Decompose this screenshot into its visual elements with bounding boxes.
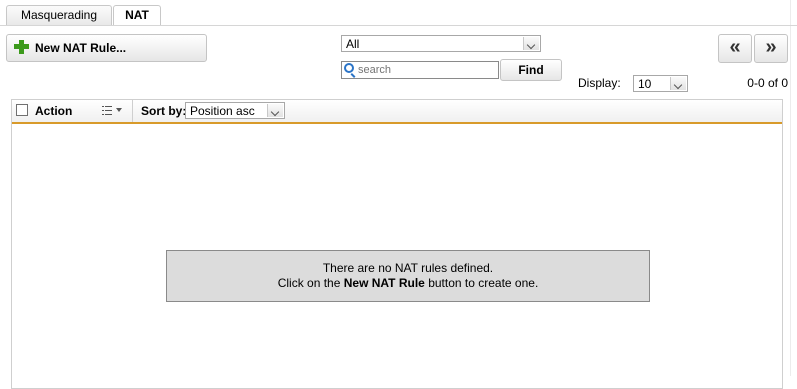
plus-icon: [14, 39, 30, 55]
display-label: Display:: [578, 76, 621, 90]
previous-page-button[interactable]: «: [718, 34, 752, 63]
tab-divider: [0, 25, 797, 26]
tab-nat[interactable]: NAT: [113, 5, 161, 26]
pagination-count: 0-0 of 0: [747, 76, 788, 90]
search-input[interactable]: [358, 63, 493, 77]
new-nat-rule-label: New NAT Rule...: [35, 41, 127, 55]
search-icon: [344, 63, 354, 73]
action-column-label: Action: [35, 104, 73, 118]
sort-select[interactable]: Position asc: [185, 102, 285, 119]
search-box[interactable]: [341, 61, 499, 79]
filter-select-value: All: [346, 37, 360, 51]
empty-state-line2-post: button to create one.: [424, 276, 539, 290]
empty-state-line1: There are no NAT rules defined.: [322, 261, 494, 275]
next-page-button[interactable]: »: [754, 34, 788, 63]
new-nat-rule-button[interactable]: New NAT Rule...: [6, 34, 207, 62]
find-button[interactable]: Find: [500, 59, 562, 81]
empty-state-line2-pre: Click on the: [277, 276, 344, 290]
window-edge: [790, 0, 791, 376]
sort-select-value: Position asc: [190, 104, 255, 118]
filter-select[interactable]: All: [341, 35, 541, 52]
chevron-down-icon: [670, 77, 686, 90]
tab-masquerading[interactable]: Masquerading: [6, 5, 112, 25]
column-menu-icon[interactable]: [102, 106, 122, 115]
grid-header: Action Sort by:: [12, 100, 782, 124]
nat-rules-grid: Action Sort by:: [11, 99, 783, 389]
column-divider: [132, 100, 133, 122]
chevron-down-icon: [523, 37, 539, 50]
display-count-value: 10: [638, 77, 652, 91]
chevron-down-icon: [267, 104, 283, 117]
empty-state-message: There are no NAT rules defined. Click on…: [166, 250, 650, 302]
empty-state-line2-bold: New NAT Rule: [343, 276, 425, 290]
display-count-select[interactable]: 10: [633, 75, 688, 92]
select-all-checkbox[interactable]: [16, 104, 28, 116]
tab-bar: Masquerading NAT: [0, 0, 797, 26]
empty-state-line2: Click on the New NAT Rule button to crea…: [167, 276, 649, 291]
sort-by-label: Sort by:: [141, 104, 187, 118]
